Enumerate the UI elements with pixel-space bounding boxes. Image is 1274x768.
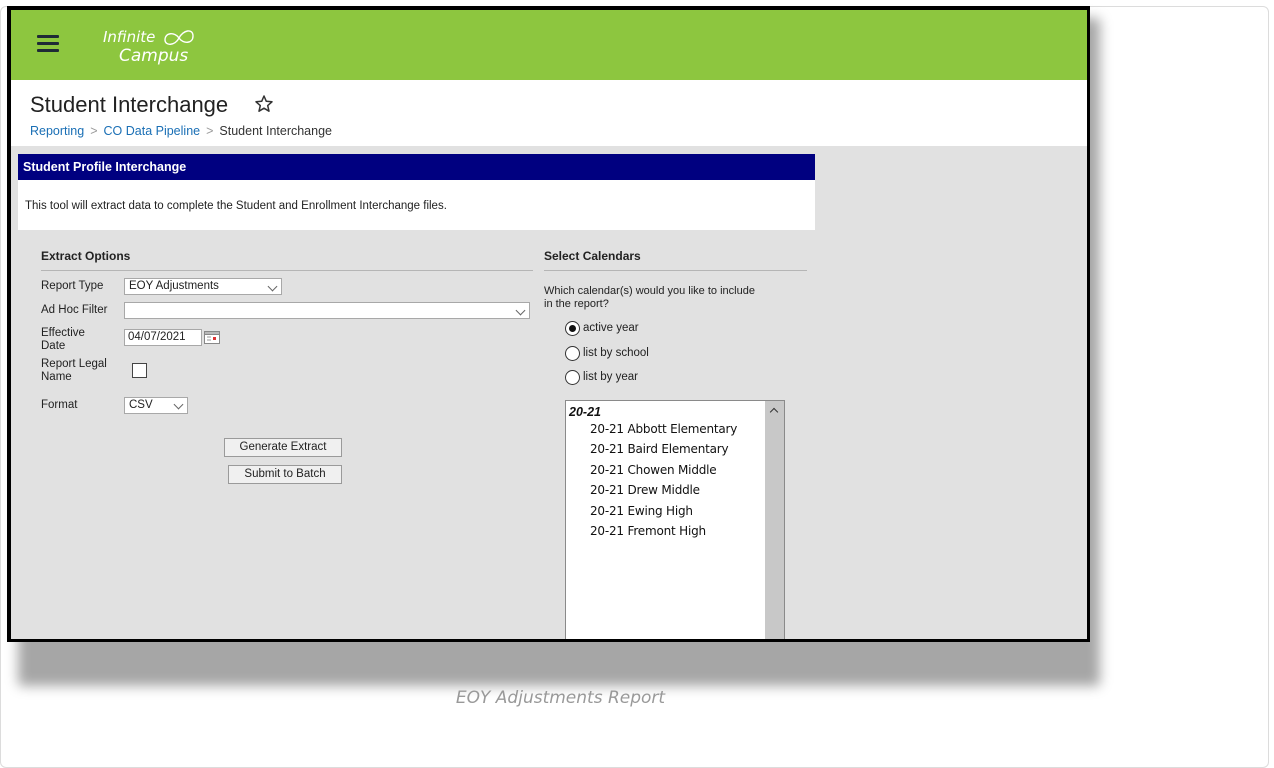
chevron-down-icon: [267, 281, 278, 292]
calendar-list-item[interactable]: 20-21 Baird Elementary: [590, 442, 729, 456]
chevron-down-icon: [173, 399, 184, 410]
breadcrumb-link-co-data-pipeline[interactable]: CO Data Pipeline: [104, 124, 201, 138]
report-legal-name-label: Report Legal Name: [41, 358, 107, 383]
generate-extract-button[interactable]: Generate Extract: [224, 438, 342, 457]
submit-to-batch-button[interactable]: Submit to Batch: [228, 465, 342, 484]
figure-caption: EOY Adjustments Report: [455, 688, 666, 708]
breadcrumb-chevron-icon: >: [90, 124, 98, 138]
extract-options-heading: Extract Options: [41, 249, 533, 271]
page-header: Student Interchange Reporting > CO Data Pi…: [11, 80, 1087, 146]
page-title: Student Interchange: [30, 92, 229, 117]
calendar-list-item[interactable]: 20-21 Drew Middle: [590, 483, 700, 497]
format-label: Format: [41, 399, 78, 411]
hamburger-menu-icon[interactable]: [37, 35, 59, 53]
listbox-scrollbar[interactable]: [765, 401, 784, 639]
infinity-logo-icon: [164, 30, 194, 45]
format-value: CSV: [129, 399, 153, 411]
report-legal-name-checkbox[interactable]: [132, 363, 147, 378]
select-calendars-heading: Select Calendars: [544, 249, 807, 271]
screenshot-frame: Infinite Campus Student Interchange Repo…: [7, 6, 1090, 642]
radio-unselected-icon: [565, 346, 580, 361]
radio-unselected-icon: [565, 370, 580, 385]
ad-hoc-filter-select[interactable]: [124, 302, 530, 319]
top-navigation-bar: Infinite Campus: [11, 10, 1087, 80]
chevron-down-icon: [515, 305, 526, 316]
calendar-list-item[interactable]: 20-21 Fremont High: [590, 524, 706, 538]
favorite-star-icon[interactable]: [254, 94, 274, 114]
calendar-group-label: 20-21: [569, 405, 601, 419]
radio-selected-icon: [565, 321, 580, 336]
calendar-listbox[interactable]: 20-21 20-21 Abbott Elementary 20-21 Bair…: [565, 400, 785, 639]
breadcrumb-link-reporting[interactable]: Reporting: [30, 124, 84, 138]
calendar-icon[interactable]: [204, 330, 220, 344]
breadcrumb-current: Student Interchange: [219, 124, 332, 138]
effective-date-label: Effective Date: [41, 327, 85, 352]
report-type-select[interactable]: EOY Adjustments: [124, 278, 282, 295]
format-select[interactable]: CSV: [124, 397, 188, 414]
ad-hoc-filter-label: Ad Hoc Filter: [41, 304, 108, 316]
calendar-list-item[interactable]: 20-21 Ewing High: [590, 504, 693, 518]
calendar-prompt: Which calendar(s) would you like to incl…: [544, 285, 755, 310]
panel-header: Student Profile Interchange: [18, 154, 815, 180]
chevron-up-icon[interactable]: [769, 407, 779, 417]
effective-date-input[interactable]: 04/07/2021: [124, 329, 202, 346]
breadcrumb-chevron-icon: >: [206, 124, 214, 138]
calendar-list-item[interactable]: 20-21 Chowen Middle: [590, 463, 717, 477]
report-type-label: Report Type: [41, 280, 104, 292]
calendar-list-item[interactable]: 20-21 Abbott Elementary: [590, 422, 737, 436]
app-window: Infinite Campus Student Interchange Repo…: [11, 10, 1087, 639]
infinite-campus-logo: Infinite Campus: [95, 22, 235, 68]
report-type-value: EOY Adjustments: [129, 280, 219, 292]
panel-description: This tool will extract data to complete …: [18, 180, 815, 230]
breadcrumb: Reporting > CO Data Pipeline > Student Inter…: [30, 124, 332, 138]
